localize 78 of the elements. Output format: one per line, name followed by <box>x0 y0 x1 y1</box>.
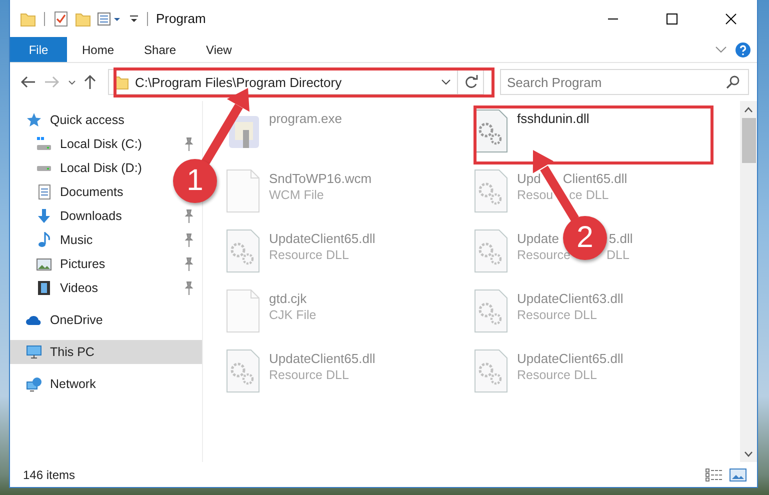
file-name: Update <box>517 230 559 247</box>
folder-icon[interactable] <box>20 10 36 26</box>
file-name: UpdateClient63.dll <box>517 290 624 307</box>
nav-item[interactable]: Network <box>10 372 104 396</box>
refresh-icon <box>464 75 478 89</box>
music-note-icon <box>36 232 52 248</box>
nav-item[interactable]: Local Disk (D:) <box>10 156 176 180</box>
nav-item[interactable]: Pictures <box>10 252 202 276</box>
nav-item[interactable]: Local Disk (C:) <box>10 132 202 156</box>
up-arrow-icon[interactable] <box>84 74 96 90</box>
scrollbar[interactable] <box>740 101 757 462</box>
pin-icon[interactable] <box>184 233 194 247</box>
drive-icon <box>36 164 52 172</box>
nav-item[interactable]: Quick access <box>10 108 132 132</box>
file-type: Resource DLL <box>269 247 349 264</box>
nav-item[interactable]: Videos <box>10 276 202 300</box>
file-type: Resource <box>517 247 570 264</box>
file-name: UpdateClient65.dll <box>517 350 624 367</box>
pin-icon[interactable] <box>184 137 194 151</box>
file-type: Resou <box>517 187 554 204</box>
maximize-icon <box>666 12 678 24</box>
nav-item[interactable]: Music <box>10 228 202 252</box>
file-type: ce DLL <box>569 187 609 204</box>
file-type: CJK File <box>269 307 316 324</box>
scroll-down-icon[interactable] <box>744 451 753 457</box>
file-name: program.exe <box>269 110 342 127</box>
file-type: WCM File <box>269 187 324 204</box>
minimize-icon <box>606 18 618 20</box>
properties-icon[interactable] <box>97 10 123 26</box>
pin-icon[interactable] <box>184 209 194 223</box>
monitor-icon <box>26 344 42 360</box>
pin-icon[interactable] <box>184 281 194 295</box>
file-type: DLL <box>606 247 630 264</box>
large-icons-view-icon[interactable] <box>729 468 747 482</box>
chevron-down-icon[interactable] <box>441 79 451 85</box>
nav-item[interactable]: Documents <box>10 180 158 204</box>
search-field[interactable]: Search Program <box>500 69 749 95</box>
file-name: fsshdunin.dll <box>517 110 590 127</box>
dropdown-icon[interactable] <box>129 14 139 22</box>
refresh-button[interactable] <box>458 69 484 95</box>
folder-icon[interactable] <box>75 10 91 26</box>
file-name: 5.dll <box>608 230 633 247</box>
film-strip-icon <box>36 280 52 296</box>
file-type: Resource DLL <box>517 367 597 384</box>
file-name: gtd.cjk <box>269 290 307 307</box>
file-name: Upd <box>517 170 541 187</box>
back-arrow-icon[interactable] <box>20 76 36 88</box>
search-icon[interactable] <box>726 75 740 89</box>
checklist-icon[interactable] <box>53 10 69 26</box>
drive-icon <box>36 136 52 152</box>
download-arrow-icon <box>36 208 52 224</box>
file-name: Client65.dll <box>562 170 628 187</box>
ribbon-tab[interactable]: Share <box>129 37 192 62</box>
ribbon-tab[interactable]: View <box>191 37 247 62</box>
close-icon <box>724 12 736 24</box>
ribbon-tab[interactable]: Home <box>67 37 130 62</box>
scroll-up-icon[interactable] <box>744 107 753 113</box>
document-icon <box>36 184 52 200</box>
file-type: Resource DLL <box>269 367 349 384</box>
details-view-icon[interactable] <box>705 468 723 482</box>
nav-item[interactable]: Downloads <box>10 204 202 228</box>
scroll-thumb[interactable] <box>742 118 756 163</box>
file-name: UpdateClient65.dll <box>269 350 376 367</box>
star-icon <box>26 112 42 128</box>
window-title: Program <box>156 11 206 26</box>
pin-icon[interactable] <box>184 257 194 271</box>
chevron-down-icon[interactable] <box>68 80 76 84</box>
file-name: UpdateClient65.dll <box>269 230 376 247</box>
picture-icon <box>36 256 52 272</box>
nav-item[interactable]: This PC <box>10 340 202 364</box>
ribbon-tab[interactable]: File <box>10 37 67 62</box>
nav-item[interactable]: OneDrive <box>10 308 111 332</box>
file-name: SndToWP16.wcm <box>269 170 372 187</box>
network-icon <box>26 376 42 392</box>
file-type: Resource DLL <box>517 307 597 324</box>
item-count: 146 items <box>23 468 76 482</box>
help-icon[interactable] <box>735 42 751 58</box>
forward-arrow-icon[interactable] <box>44 76 60 88</box>
